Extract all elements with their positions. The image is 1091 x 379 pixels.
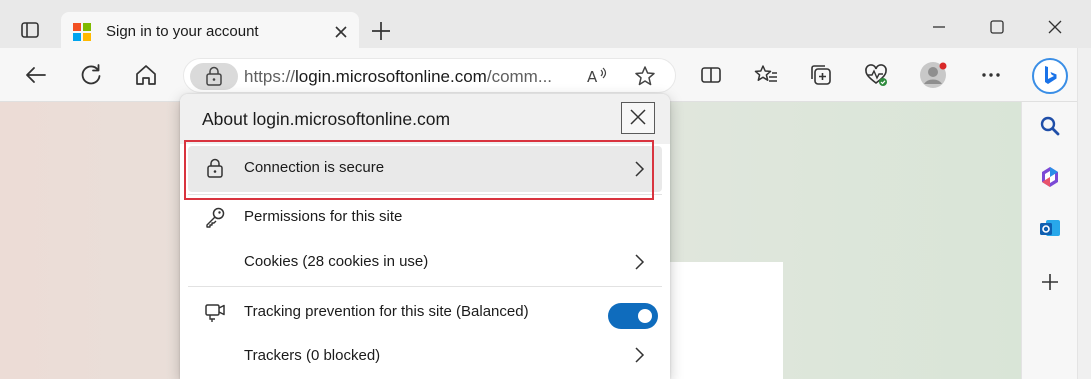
tracking-prevention-item: Tracking prevention for this site (Balan… bbox=[188, 289, 662, 333]
url-host: login.microsoftonline.com bbox=[295, 67, 487, 86]
url-text: https://login.microsoftonline.com/comm..… bbox=[244, 67, 552, 87]
browser-essentials-button[interactable] bbox=[862, 61, 890, 89]
tab-sign-in[interactable]: Sign in to your account bbox=[61, 12, 359, 52]
flyout-header: About login.microsoftonline.com bbox=[180, 94, 670, 144]
permissions-item[interactable]: Permissions for this site bbox=[188, 195, 662, 239]
outlook-icon[interactable] bbox=[1038, 216, 1062, 240]
toggle-knob bbox=[638, 309, 652, 323]
cookies-label: Cookies (28 cookies in use) bbox=[244, 253, 429, 270]
add-sidebar-app-button[interactable] bbox=[1038, 270, 1062, 294]
minimize-button[interactable] bbox=[928, 16, 950, 38]
url-path: /comm... bbox=[486, 67, 553, 86]
permissions-label: Permissions for this site bbox=[244, 208, 403, 225]
split-screen-button[interactable] bbox=[697, 61, 725, 89]
close-flyout-button[interactable] bbox=[621, 102, 655, 134]
read-aloud-icon[interactable]: A bbox=[586, 64, 610, 88]
trackers-item[interactable]: Trackers (0 blocked) bbox=[188, 333, 662, 377]
chevron-right-icon bbox=[632, 253, 646, 271]
key-icon bbox=[204, 206, 226, 228]
collections-icon bbox=[811, 65, 831, 85]
profile-button[interactable] bbox=[919, 61, 947, 89]
more-button[interactable] bbox=[977, 61, 1005, 89]
scrollbar[interactable] bbox=[1077, 48, 1091, 379]
plus-icon bbox=[1042, 274, 1058, 290]
split-screen-icon bbox=[701, 67, 721, 83]
svg-text:A: A bbox=[587, 68, 598, 86]
cookies-item[interactable]: Cookies (28 cookies in use) bbox=[188, 239, 662, 283]
close-icon bbox=[630, 109, 646, 125]
back-arrow-icon bbox=[26, 67, 46, 83]
tracking-prevention-toggle[interactable] bbox=[608, 303, 658, 329]
home-icon bbox=[136, 65, 156, 85]
favorites-icon bbox=[754, 65, 777, 82]
flyout-title: About login.microsoftonline.com bbox=[202, 109, 451, 129]
trackers-label: Trackers (0 blocked) bbox=[244, 347, 381, 364]
favorite-star-icon[interactable] bbox=[633, 64, 657, 88]
maximize-button[interactable] bbox=[986, 16, 1008, 38]
heart-pulse-icon bbox=[865, 64, 887, 86]
highlight-box bbox=[184, 140, 654, 200]
profile-icon bbox=[920, 62, 947, 88]
close-tab-icon[interactable] bbox=[331, 22, 351, 42]
microsoft365-icon[interactable] bbox=[1038, 165, 1062, 189]
address-bar[interactable]: https://login.microsoftonline.com/comm..… bbox=[183, 58, 676, 93]
tracking-prevention-icon bbox=[204, 301, 226, 323]
title-bar: Sign in to your account bbox=[0, 0, 1091, 52]
divider bbox=[188, 286, 662, 287]
favorites-button[interactable] bbox=[752, 61, 780, 89]
chevron-right-icon bbox=[632, 346, 646, 364]
tracking-prevention-label: Tracking prevention for this site (Balan… bbox=[244, 303, 529, 320]
site-info-flyout: About login.microsoftonline.com Connecti… bbox=[180, 94, 670, 379]
edge-sidebar bbox=[1021, 102, 1077, 379]
home-button[interactable] bbox=[132, 61, 160, 89]
copilot-button[interactable] bbox=[1032, 58, 1068, 94]
refresh-icon bbox=[81, 64, 101, 85]
refresh-button[interactable] bbox=[77, 61, 105, 89]
tab-actions-icon[interactable] bbox=[18, 18, 42, 42]
site-info-button[interactable] bbox=[190, 63, 238, 90]
close-window-button[interactable] bbox=[1044, 16, 1066, 38]
tab-title: Sign in to your account bbox=[106, 23, 259, 40]
lock-icon bbox=[206, 66, 222, 86]
collections-button[interactable] bbox=[807, 61, 835, 89]
plus-icon bbox=[372, 22, 390, 40]
more-icon bbox=[982, 73, 1000, 77]
microsoft-logo-icon bbox=[73, 23, 91, 41]
url-scheme: https:// bbox=[244, 67, 296, 86]
back-button[interactable] bbox=[22, 61, 50, 89]
search-icon[interactable] bbox=[1038, 114, 1062, 138]
bing-icon bbox=[1032, 58, 1068, 94]
new-tab-button[interactable] bbox=[370, 20, 392, 42]
